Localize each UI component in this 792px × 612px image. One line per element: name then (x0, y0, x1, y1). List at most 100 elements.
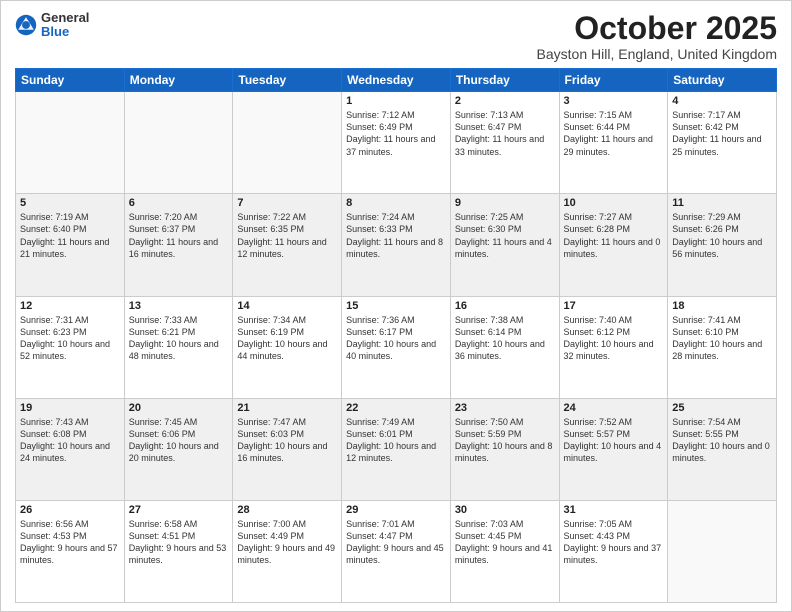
location: Bayston Hill, England, United Kingdom (537, 46, 777, 62)
calendar-cell: 27 Sunrise: 6:58 AM Sunset: 4:51 PM Dayli… (124, 500, 233, 602)
day-number: 22 (346, 402, 446, 414)
calendar-cell: 3 Sunrise: 7:15 AM Sunset: 6:44 PM Daylig… (559, 92, 668, 194)
calendar-cell: 15Sunrise: 7:36 AM Sunset: 6:17 PM Dayli… (342, 296, 451, 398)
day-info: Sunrise: 7:47 AM Sunset: 6:03 PM Dayligh… (237, 416, 337, 465)
day-info: Sunrise: 7:27 AM Sunset: 6:28 PM Dayligh… (564, 211, 664, 260)
day-number: 20 (129, 402, 229, 414)
calendar-cell: 9Sunrise: 7:25 AM Sunset: 6:30 PM Daylig… (450, 194, 559, 296)
calendar-week-row: 19 Sunrise: 7:43 AM Sunset: 6:08 PM Dayli… (16, 398, 777, 500)
day-number: 12 (20, 300, 120, 312)
day-number: 7 (237, 197, 337, 209)
col-wednesday: Wednesday (342, 69, 451, 92)
day-info: Sunrise: 7:54 AM Sunset: 5:55 PM Dayligh… (672, 416, 772, 465)
day-info: Sunrise: 7:52 AM Sunset: 5:57 PM Dayligh… (564, 416, 664, 465)
col-tuesday: Tuesday (233, 69, 342, 92)
day-info: Sunrise: 6:58 AM Sunset: 4:51 PM Dayligh… (129, 518, 229, 567)
day-number: 25 (672, 402, 772, 414)
calendar-cell: 25 Sunrise: 7:54 AM Sunset: 5:55 PM Dayli… (668, 398, 777, 500)
calendar-cell: 23 Sunrise: 7:50 AM Sunset: 5:59 PM Dayli… (450, 398, 559, 500)
logo-blue: Blue (41, 25, 89, 39)
day-info: Sunrise: 7:15 AM Sunset: 6:44 PM Dayligh… (564, 109, 664, 158)
col-friday: Friday (559, 69, 668, 92)
calendar-cell: 19 Sunrise: 7:43 AM Sunset: 6:08 PM Dayli… (16, 398, 125, 500)
day-number: 13 (129, 300, 229, 312)
calendar-cell (668, 500, 777, 602)
day-number: 24 (564, 402, 664, 414)
col-sunday: Sunday (16, 69, 125, 92)
calendar-week-row: 1 Sunrise: 7:12 AM Sunset: 6:49 PM Daylig… (16, 92, 777, 194)
day-info: Sunrise: 7:45 AM Sunset: 6:06 PM Dayligh… (129, 416, 229, 465)
day-info: Sunrise: 7:49 AM Sunset: 6:01 PM Dayligh… (346, 416, 446, 465)
calendar-week-row: 5 Sunrise: 7:19 AM Sunset: 6:40 PM Daylig… (16, 194, 777, 296)
day-number: 23 (455, 402, 555, 414)
day-number: 17 (564, 300, 664, 312)
day-number: 19 (20, 402, 120, 414)
calendar-cell: 10 Sunrise: 7:27 AM Sunset: 6:28 PM Dayli… (559, 194, 668, 296)
day-info: Sunrise: 7:01 AM Sunset: 4:47 PM Dayligh… (346, 518, 446, 567)
day-info: Sunrise: 7:36 AM Sunset: 6:17 PM Dayligh… (346, 314, 446, 363)
calendar-cell: 29 Sunrise: 7:01 AM Sunset: 4:47 PM Dayli… (342, 500, 451, 602)
day-info: Sunrise: 7:33 AM Sunset: 6:21 PM Dayligh… (129, 314, 229, 363)
calendar-cell: 21Sunrise: 7:47 AM Sunset: 6:03 PM Dayli… (233, 398, 342, 500)
day-info: Sunrise: 7:34 AM Sunset: 6:19 PM Dayligh… (237, 314, 337, 363)
day-number: 5 (20, 197, 120, 209)
day-info: Sunrise: 7:43 AM Sunset: 6:08 PM Dayligh… (20, 416, 120, 465)
calendar-cell: 4Sunrise: 7:17 AM Sunset: 6:42 PM Daylig… (668, 92, 777, 194)
day-info: Sunrise: 7:05 AM Sunset: 4:43 PM Dayligh… (564, 518, 664, 567)
calendar-cell: 12 Sunrise: 7:31 AM Sunset: 6:23 PM Dayli… (16, 296, 125, 398)
day-info: Sunrise: 7:19 AM Sunset: 6:40 PM Dayligh… (20, 211, 120, 260)
calendar-cell: 28Sunrise: 7:00 AM Sunset: 4:49 PM Dayli… (233, 500, 342, 602)
day-info: Sunrise: 7:22 AM Sunset: 6:35 PM Dayligh… (237, 211, 337, 260)
day-number: 29 (346, 504, 446, 516)
day-number: 11 (672, 197, 772, 209)
calendar-cell: 1 Sunrise: 7:12 AM Sunset: 6:49 PM Daylig… (342, 92, 451, 194)
day-number: 16 (455, 300, 555, 312)
day-info: Sunrise: 7:03 AM Sunset: 4:45 PM Dayligh… (455, 518, 555, 567)
day-info: Sunrise: 7:40 AM Sunset: 6:12 PM Dayligh… (564, 314, 664, 363)
day-info: Sunrise: 7:00 AM Sunset: 4:49 PM Dayligh… (237, 518, 337, 567)
day-number: 10 (564, 197, 664, 209)
calendar-cell (233, 92, 342, 194)
header: General Blue October 2025 Bayston Hill, … (15, 11, 777, 62)
calendar-cell: 20 Sunrise: 7:45 AM Sunset: 6:06 PM Dayli… (124, 398, 233, 500)
col-thursday: Thursday (450, 69, 559, 92)
calendar-cell: 13 Sunrise: 7:33 AM Sunset: 6:21 PM Dayli… (124, 296, 233, 398)
day-number: 1 (346, 95, 446, 107)
calendar-cell: 26Sunrise: 6:56 AM Sunset: 4:53 PM Dayli… (16, 500, 125, 602)
logo-icon (15, 14, 37, 36)
day-info: Sunrise: 7:13 AM Sunset: 6:47 PM Dayligh… (455, 109, 555, 158)
day-number: 8 (346, 197, 446, 209)
day-info: Sunrise: 7:41 AM Sunset: 6:10 PM Dayligh… (672, 314, 772, 363)
calendar-cell: 16 Sunrise: 7:38 AM Sunset: 6:14 PM Dayli… (450, 296, 559, 398)
day-number: 30 (455, 504, 555, 516)
col-saturday: Saturday (668, 69, 777, 92)
day-number: 27 (129, 504, 229, 516)
day-info: Sunrise: 7:12 AM Sunset: 6:49 PM Dayligh… (346, 109, 446, 158)
calendar-cell: 31Sunrise: 7:05 AM Sunset: 4:43 PM Dayli… (559, 500, 668, 602)
day-info: Sunrise: 7:38 AM Sunset: 6:14 PM Dayligh… (455, 314, 555, 363)
calendar-cell (16, 92, 125, 194)
calendar-cell: 17 Sunrise: 7:40 AM Sunset: 6:12 PM Dayli… (559, 296, 668, 398)
calendar-cell: 24 Sunrise: 7:52 AM Sunset: 5:57 PM Dayli… (559, 398, 668, 500)
page: General Blue October 2025 Bayston Hill, … (0, 0, 792, 612)
calendar-cell: 2Sunrise: 7:13 AM Sunset: 6:47 PM Daylig… (450, 92, 559, 194)
day-number: 3 (564, 95, 664, 107)
logo: General Blue (15, 11, 89, 40)
day-number: 9 (455, 197, 555, 209)
calendar-cell: 7 Sunrise: 7:22 AM Sunset: 6:35 PM Daylig… (233, 194, 342, 296)
month-title: October 2025 (537, 11, 777, 46)
day-number: 6 (129, 197, 229, 209)
day-info: Sunrise: 7:50 AM Sunset: 5:59 PM Dayligh… (455, 416, 555, 465)
calendar-cell: 6 Sunrise: 7:20 AM Sunset: 6:37 PM Daylig… (124, 194, 233, 296)
calendar-week-row: 12 Sunrise: 7:31 AM Sunset: 6:23 PM Dayli… (16, 296, 777, 398)
calendar-week-row: 26Sunrise: 6:56 AM Sunset: 4:53 PM Dayli… (16, 500, 777, 602)
calendar-cell (124, 92, 233, 194)
logo-general: General (41, 11, 89, 25)
calendar-cell: 5 Sunrise: 7:19 AM Sunset: 6:40 PM Daylig… (16, 194, 125, 296)
day-info: Sunrise: 7:31 AM Sunset: 6:23 PM Dayligh… (20, 314, 120, 363)
calendar-cell: 22 Sunrise: 7:49 AM Sunset: 6:01 PM Dayli… (342, 398, 451, 500)
day-info: Sunrise: 7:20 AM Sunset: 6:37 PM Dayligh… (129, 211, 229, 260)
day-info: Sunrise: 6:56 AM Sunset: 4:53 PM Dayligh… (20, 518, 120, 567)
day-number: 4 (672, 95, 772, 107)
day-info: Sunrise: 7:24 AM Sunset: 6:33 PM Dayligh… (346, 211, 446, 260)
